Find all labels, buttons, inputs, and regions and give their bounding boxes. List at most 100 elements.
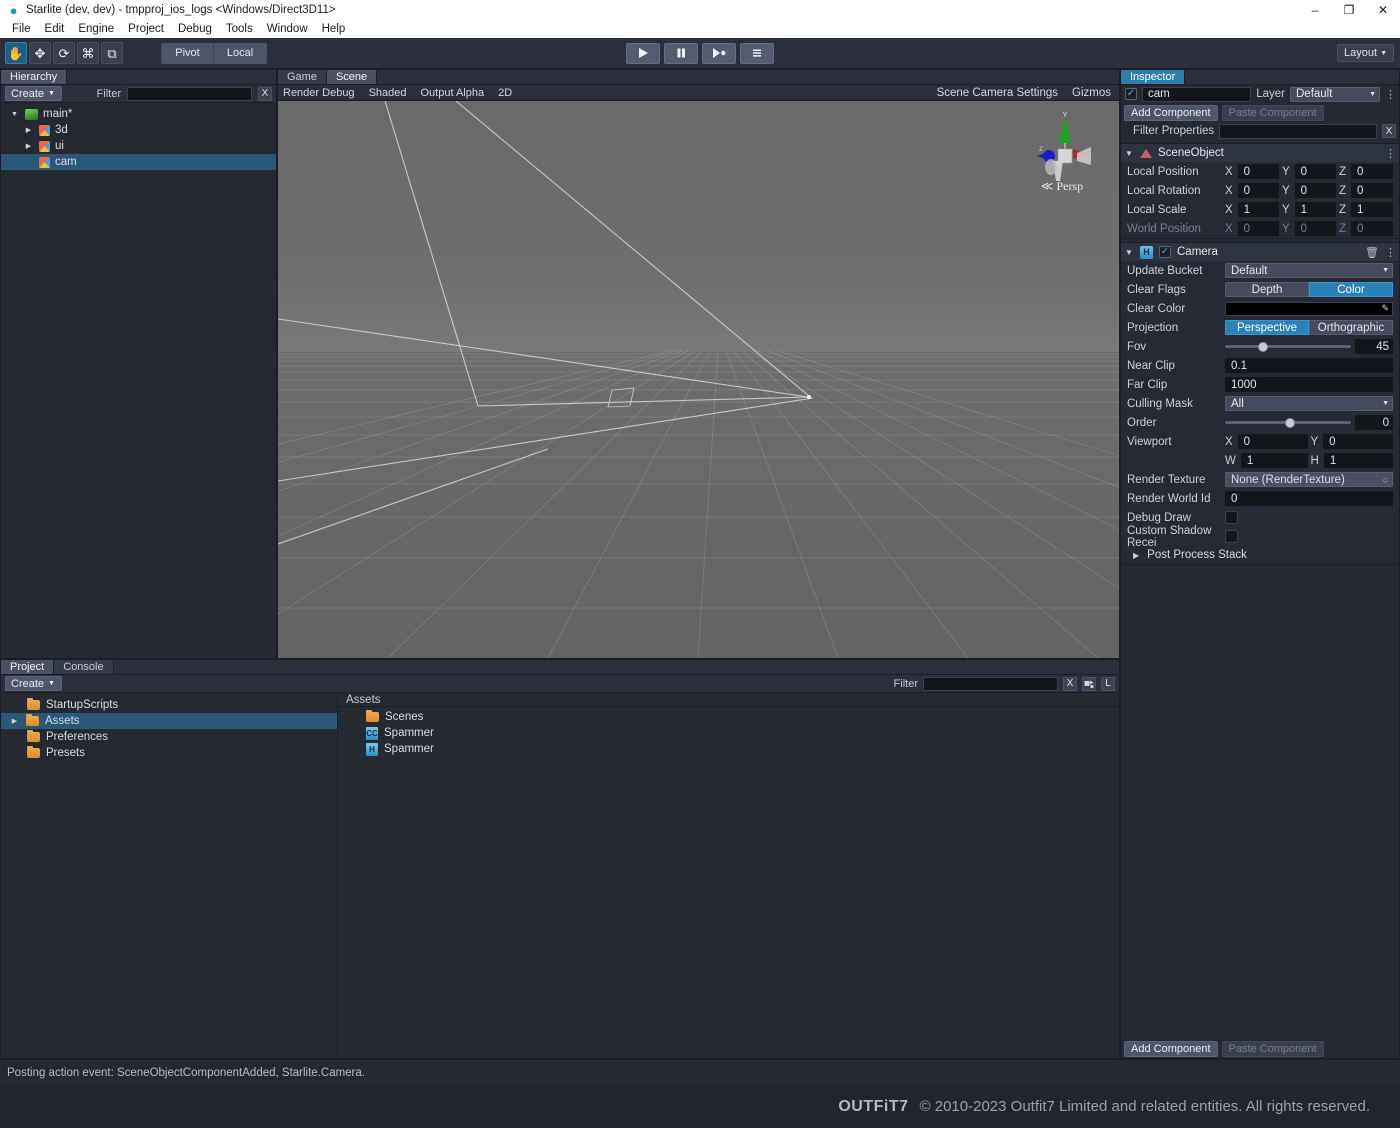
project-tree-item-assets[interactable]: ▶ Assets <box>1 713 337 729</box>
menu-item-engine[interactable]: Engine <box>71 22 121 36</box>
custom-shadow-receiver-checkbox[interactable] <box>1225 530 1238 543</box>
render-world-id-input[interactable]: 0 <box>1225 491 1393 506</box>
component-enabled-checkbox[interactable]: ✓ <box>1159 246 1171 258</box>
collapse-arrow-icon[interactable]: ▼ <box>1125 149 1134 158</box>
hierarchy-item-cam[interactable]: cam <box>1 154 276 170</box>
order-slider-track[interactable] <box>1225 421 1351 424</box>
render-debug-button[interactable]: Render Debug <box>283 87 363 99</box>
pause-button[interactable] <box>664 43 698 64</box>
footer-add-component-button[interactable]: Add Component <box>1124 1041 1218 1057</box>
rect-tool-icon[interactable]: ⧉ <box>101 42 123 64</box>
more-options-button[interactable] <box>740 43 774 64</box>
viewport-x-input[interactable]: 0 <box>1238 434 1308 449</box>
tab-hierarchy[interactable]: Hierarchy <box>1 70 67 84</box>
expand-arrow-icon[interactable]: ▶ <box>1133 551 1139 560</box>
project-filter-clear-button[interactable]: X <box>1063 677 1077 691</box>
object-menu-icon[interactable]: ⋮ <box>1385 88 1395 101</box>
tab-scene[interactable]: Scene <box>327 70 377 84</box>
filter-properties-input[interactable] <box>1219 124 1377 139</box>
hierarchy-item-main[interactable]: ▼ main* <box>1 106 276 122</box>
object-enabled-checkbox[interactable]: ✓ <box>1125 88 1137 100</box>
local-rotation-x-input[interactable]: 0 <box>1238 183 1279 198</box>
property-post-process-stack[interactable]: ▶ Post Process Stack <box>1121 546 1399 564</box>
order-slider[interactable]: 0 <box>1225 415 1393 430</box>
hierarchy-filter-input[interactable] <box>127 87 252 101</box>
project-create-button[interactable]: Create ▼ <box>5 676 62 691</box>
fov-slider-knob[interactable] <box>1258 342 1268 352</box>
object-picker-icon[interactable]: ○ <box>1383 475 1388 485</box>
local-scale-y-input[interactable]: 1 <box>1295 202 1336 217</box>
render-texture-object-field[interactable]: None (RenderTexture) ○ <box>1225 472 1393 487</box>
local-rotation-y-input[interactable]: 0 <box>1295 183 1336 198</box>
fov-slider-track[interactable] <box>1225 345 1351 348</box>
output-alpha-button[interactable]: Output Alpha <box>421 87 493 99</box>
local-rotation-z-input[interactable]: 0 <box>1351 183 1393 198</box>
project-tree-item-startupscripts[interactable]: StartupScripts <box>1 697 337 713</box>
fov-value-input[interactable]: 45 <box>1355 339 1393 354</box>
component-header[interactable]: ▼ H ✓ Camera 🗑 ⋮ <box>1121 243 1399 261</box>
local-scale-x-input[interactable]: 1 <box>1238 202 1279 217</box>
near-clip-input[interactable]: 0.1 <box>1225 358 1393 373</box>
add-component-button[interactable]: Add Component <box>1124 105 1218 121</box>
gizmos-button[interactable]: Gizmos <box>1072 87 1111 99</box>
project-content-item-scenes[interactable]: Scenes <box>338 709 1119 725</box>
minimize-button[interactable]: – <box>1298 0 1332 20</box>
project-tree-item-preferences[interactable]: Preferences <box>1 729 337 745</box>
hierarchy-item-3d[interactable]: ▶ 3d <box>1 122 276 138</box>
expand-arrow-icon[interactable]: ▶ <box>9 717 20 725</box>
menu-item-project[interactable]: Project <box>121 22 171 36</box>
local-position-z-input[interactable]: 0 <box>1351 164 1393 179</box>
layer-dropdown[interactable]: Default ▼ <box>1290 87 1380 102</box>
debug-draw-checkbox[interactable] <box>1225 511 1238 524</box>
hand-tool-icon[interactable]: ✋ <box>5 42 27 64</box>
space-button[interactable]: Local <box>214 44 266 63</box>
project-filter-input[interactable] <box>923 677 1058 691</box>
component-header[interactable]: ▼ SceneObject ⋮ <box>1121 144 1399 162</box>
maximize-button[interactable]: ❐ <box>1332 0 1366 20</box>
local-position-x-input[interactable]: 0 <box>1238 164 1279 179</box>
culling-mask-dropdown[interactable]: All ▼ <box>1225 396 1393 411</box>
local-position-y-input[interactable]: 0 <box>1295 164 1336 179</box>
close-button[interactable]: ✕ <box>1366 0 1400 20</box>
clear-color-swatch[interactable]: ✎ <box>1225 302 1393 316</box>
component-menu-icon[interactable]: ⋮ <box>1385 246 1395 259</box>
expand-arrow-icon[interactable]: ▼ <box>9 111 20 118</box>
projection-option-orthographic[interactable]: Orthographic <box>1309 320 1393 335</box>
rotate-tool-icon[interactable]: ⟳ <box>53 42 75 64</box>
tab-console[interactable]: Console <box>54 660 113 674</box>
order-value-input[interactable]: 0 <box>1355 415 1393 430</box>
hierarchy-create-button[interactable]: Create ▼ <box>5 86 62 101</box>
clear-flags-option-depth[interactable]: Depth <box>1225 282 1309 297</box>
fov-slider[interactable]: 45 <box>1225 339 1393 354</box>
viewport-w-input[interactable]: 1 <box>1241 453 1308 468</box>
project-tree-item-presets[interactable]: Presets <box>1 745 337 761</box>
play-button[interactable] <box>626 43 660 64</box>
expand-arrow-icon[interactable]: ▶ <box>23 142 34 150</box>
menu-item-window[interactable]: Window <box>260 22 315 36</box>
menu-item-debug[interactable]: Debug <box>171 22 219 36</box>
viewport-y-input[interactable]: 0 <box>1323 434 1393 449</box>
eyedropper-icon[interactable]: ✎ <box>1381 303 1389 314</box>
scene-camera-settings-button[interactable]: Scene Camera Settings <box>937 87 1058 99</box>
move-tool-icon[interactable]: ✥ <box>29 42 51 64</box>
2d-toggle-button[interactable]: 2D <box>498 87 520 99</box>
collapse-arrow-icon[interactable]: ▼ <box>1125 248 1134 257</box>
object-name-input[interactable]: cam <box>1142 87 1251 102</box>
tab-project[interactable]: Project <box>1 660 54 674</box>
menu-item-edit[interactable]: Edit <box>38 22 72 36</box>
expand-arrow-icon[interactable]: ▶ <box>23 126 34 134</box>
hierarchy-item-ui[interactable]: ▶ ui <box>1 138 276 154</box>
order-slider-knob[interactable] <box>1285 418 1295 428</box>
layout-button[interactable]: Layout ▼ <box>1337 44 1394 62</box>
local-scale-z-input[interactable]: 1 <box>1351 202 1393 217</box>
pivot-button[interactable]: Pivot <box>162 44 214 63</box>
project-content-item-spammer-cc[interactable]: CC Spammer <box>338 725 1119 741</box>
tab-inspector[interactable]: Inspector <box>1121 70 1185 84</box>
menu-item-help[interactable]: Help <box>315 22 353 36</box>
filter-properties-clear-button[interactable]: X <box>1382 124 1396 138</box>
projection-option-perspective[interactable]: Perspective <box>1225 320 1309 335</box>
shaded-button[interactable]: Shaded <box>369 87 415 99</box>
update-bucket-dropdown[interactable]: Default ▼ <box>1225 263 1393 278</box>
viewport-h-input[interactable]: 1 <box>1324 453 1393 468</box>
menu-item-tools[interactable]: Tools <box>219 22 260 36</box>
